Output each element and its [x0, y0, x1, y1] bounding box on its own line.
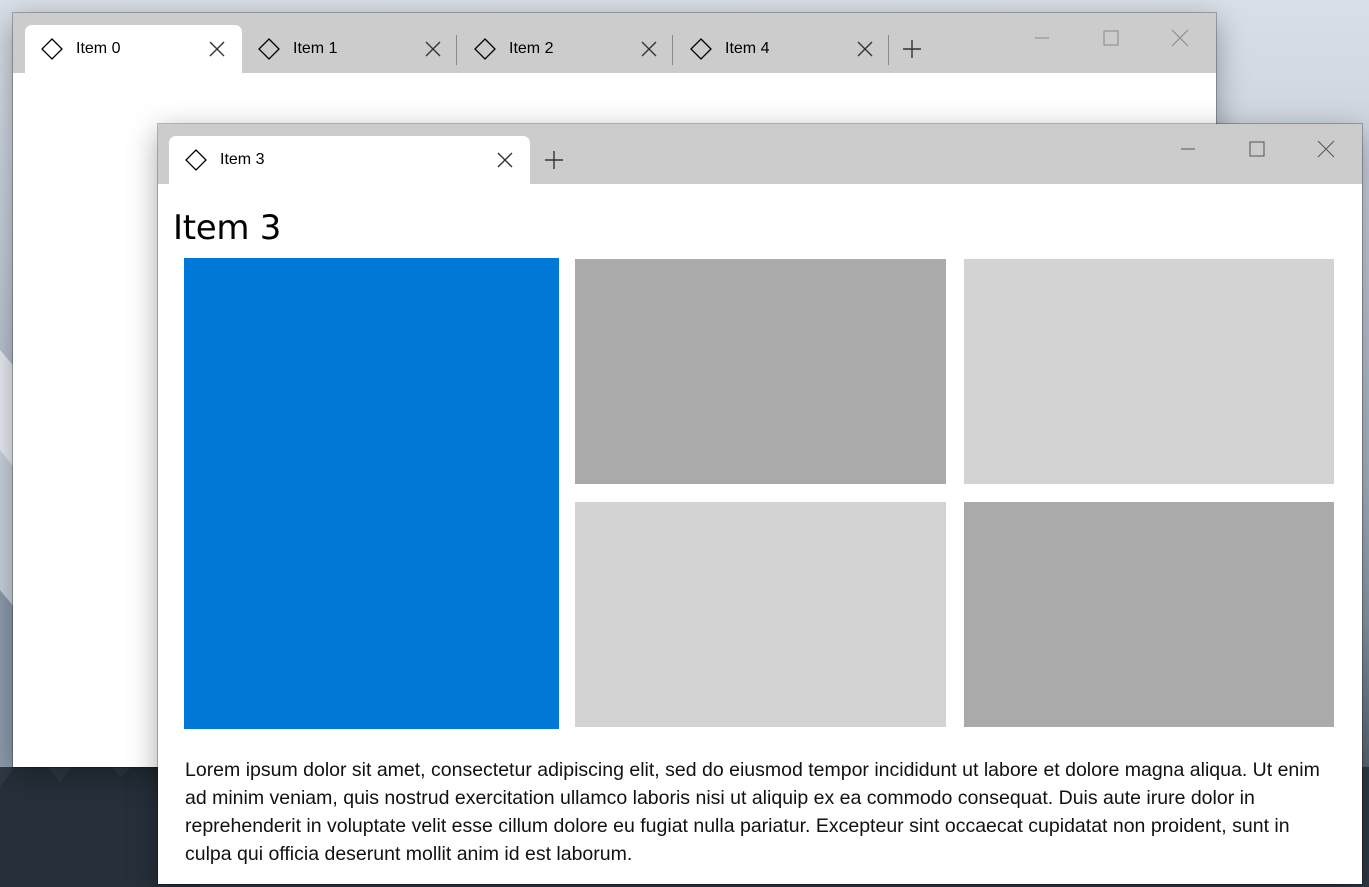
diamond-icon [474, 38, 496, 60]
tab-item-3[interactable]: Item 3 [169, 136, 530, 184]
tab-label: Item 4 [725, 40, 770, 57]
tab-item-4[interactable]: Item 4 [674, 25, 890, 73]
tab-separator [672, 35, 673, 65]
tab-item-2[interactable]: Item 2 [458, 25, 674, 73]
diamond-icon [690, 38, 712, 60]
close-icon[interactable] [856, 40, 874, 58]
tile [575, 502, 946, 727]
page-title: Item 3 [173, 208, 282, 248]
close-icon[interactable] [640, 40, 658, 58]
tab-separator [456, 35, 457, 65]
window-close-icon[interactable] [1146, 13, 1214, 63]
tab-label: Item 2 [509, 40, 554, 57]
plus-icon[interactable] [900, 37, 924, 61]
window-close-icon[interactable] [1292, 124, 1360, 174]
tab-label: Item 1 [293, 40, 338, 57]
tab-item-1[interactable]: Item 1 [242, 25, 458, 73]
diamond-icon [185, 149, 207, 171]
body-text: Lorem ipsum dolor sit amet, consectetur … [185, 759, 1320, 865]
back-window-titlebar[interactable]: Item 0 Item 1 Item 2 Item 4 [13, 13, 1216, 73]
close-icon[interactable] [424, 40, 442, 58]
tab-item-0[interactable]: Item 0 [25, 25, 242, 73]
front-window-titlebar[interactable]: Item 3 [158, 124, 1362, 184]
plus-icon[interactable] [542, 148, 566, 172]
maximize-icon[interactable] [1223, 124, 1291, 174]
diamond-icon [258, 38, 280, 60]
close-icon[interactable] [208, 40, 226, 58]
tile [575, 259, 946, 484]
tile [964, 259, 1334, 484]
minimize-icon[interactable] [1008, 13, 1076, 63]
tile-large [184, 258, 559, 729]
diamond-icon [41, 38, 63, 60]
tab-label: Item 3 [220, 151, 265, 168]
front-window: Item 3 Item 3 Lorem ipsum dolor sit amet… [158, 124, 1362, 884]
tab-label: Item 0 [76, 40, 121, 57]
tab-separator [888, 35, 889, 65]
close-icon[interactable] [496, 151, 514, 169]
tile [964, 502, 1334, 727]
maximize-icon[interactable] [1077, 13, 1145, 63]
minimize-icon[interactable] [1154, 124, 1222, 174]
